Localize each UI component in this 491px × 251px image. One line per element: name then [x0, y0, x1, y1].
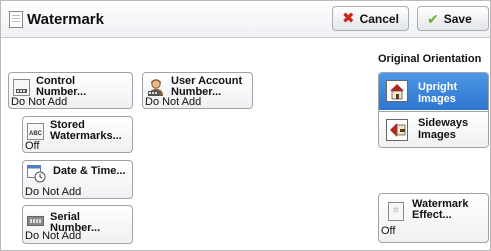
- serial-icon: [27, 216, 44, 226]
- control-number-value: Do Not Add: [11, 96, 68, 108]
- user-account-value: Do Not Add: [145, 96, 202, 108]
- orientation-selector: Upright Images Sideways Images: [378, 72, 489, 148]
- cancel-button[interactable]: ✖ Cancel: [332, 6, 409, 31]
- upright-images-option[interactable]: Upright Images: [379, 73, 488, 110]
- stored-watermarks-value: Off: [25, 140, 40, 152]
- control-number-button[interactable]: Control Number... Do Not Add: [8, 72, 133, 109]
- serial-number-button[interactable]: Serial Number... Do Not Add: [22, 205, 133, 244]
- sideways-images-option[interactable]: Sideways Images: [379, 111, 488, 147]
- serial-number-value: Do Not Add: [25, 230, 82, 242]
- header-bar: Watermark ✖ Cancel ✔ Save: [1, 1, 490, 38]
- watermark-effect-button[interactable]: # Watermark Effect... Off: [378, 193, 489, 243]
- x-icon: ✖: [342, 10, 355, 27]
- watermark-icon-glyph: #: [393, 205, 399, 216]
- orientation-heading: Original Orientation: [378, 53, 482, 65]
- upright-house-icon: [386, 80, 408, 102]
- user-icon: [147, 78, 166, 97]
- cancel-label: Cancel: [359, 11, 399, 26]
- watermark-effect-label-2: Effect...: [412, 209, 452, 221]
- counter-icon: [13, 79, 30, 96]
- stored-watermarks-button[interactable]: ABC Stored Watermarks... Off: [22, 116, 133, 153]
- watermark-icon: #: [388, 202, 404, 221]
- save-button[interactable]: ✔ Save: [417, 6, 489, 31]
- save-label: Save: [443, 11, 472, 26]
- check-icon: ✔: [427, 10, 439, 27]
- user-account-number-button[interactable]: User Account Number... Do Not Add: [142, 72, 253, 109]
- calendar-clock-icon: [27, 165, 46, 183]
- date-time-label: Date & Time...: [53, 165, 126, 177]
- page-title: Watermark: [27, 11, 104, 28]
- date-time-value: Do Not Add: [25, 186, 82, 198]
- stamp-icon-text: ABC: [29, 131, 42, 137]
- sideways-images-label-2: Images: [418, 129, 456, 141]
- upright-images-label: Upright Images: [418, 81, 458, 105]
- stamp-icon: ABC: [27, 123, 44, 140]
- document-icon: [9, 11, 23, 28]
- sideways-house-icon: [386, 119, 408, 141]
- sideways-images-label-1: Sideways: [418, 117, 469, 129]
- watermark-effect-value: Off: [381, 225, 396, 237]
- stored-watermarks-label-2: Watermarks...: [50, 130, 122, 142]
- date-time-button[interactable]: Date & Time... Do Not Add: [22, 160, 133, 199]
